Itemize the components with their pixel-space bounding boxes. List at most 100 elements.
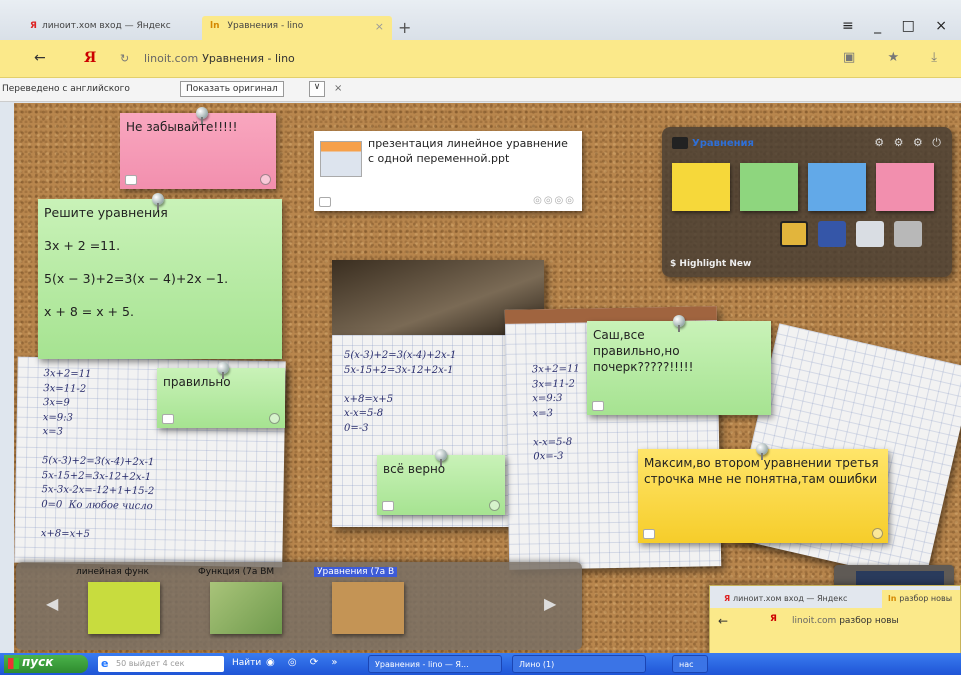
user-avatar-icon: [125, 175, 137, 185]
attach-file-icon[interactable]: [856, 221, 884, 247]
sticky-presentation-file[interactable]: презентация линейное уравнение с одной п…: [314, 131, 582, 211]
window-controls[interactable]: ≡ _ □ ×: [842, 18, 955, 34]
image-upload-icon[interactable]: [780, 221, 808, 247]
board-icon: [672, 137, 688, 149]
board-thumbnail[interactable]: [210, 582, 282, 634]
back-arrow-icon[interactable]: ←: [34, 50, 46, 66]
next-arrow-icon[interactable]: ▶: [544, 594, 556, 613]
user-avatar-icon: [643, 529, 655, 539]
taskbar-search-input[interactable]: e 50 выйдет 4 сек: [98, 656, 224, 672]
reload-icon[interactable]: ↻: [120, 52, 129, 65]
video-upload-icon[interactable]: [818, 221, 846, 247]
task-equation-2: 5(х − 3)+2=3(х − 4)+2х −1.: [44, 270, 229, 286]
blue-sticky-swatch[interactable]: [808, 163, 866, 211]
sticky-options-icon[interactable]: [872, 528, 883, 539]
pushpin-icon: [756, 443, 768, 460]
quick-launch-icons[interactable]: ◉ ◎ ⟳ »: [266, 657, 342, 668]
sticky-all-correct[interactable]: всё верно: [377, 449, 505, 515]
preview-tab-1[interactable]: Я линоит.хом вход — Яндекс: [724, 594, 847, 603]
user-avatar-icon: [592, 401, 604, 411]
windows-taskbar: пуск e 50 выйдет 4 сек Найти ◉ ◎ ⟳ » Урав…: [0, 653, 961, 675]
tab-linoit-login[interactable]: Ялиноит.хом вход — Яндекс: [22, 16, 202, 40]
translation-bar: Переведено с английского Показать оригин…: [0, 78, 961, 102]
task-equation-1: 3х + 2 =11.: [44, 237, 121, 253]
stack-icon[interactable]: [894, 221, 922, 247]
translation-dropdown-icon[interactable]: ∨: [309, 81, 325, 97]
preview-tab-bar: Я линоит.хом вход — Яндекс ln разбор нов…: [710, 586, 960, 608]
user-avatar-icon: [319, 197, 331, 207]
new-tab-button[interactable]: +: [398, 18, 411, 37]
pushpin-icon: [152, 193, 164, 210]
taskbar-item-other[interactable]: нас: [672, 655, 708, 673]
board-tab-linear-function[interactable]: линейная функ: [76, 567, 149, 577]
start-button[interactable]: пуск: [4, 655, 88, 673]
sticky-options-icon[interactable]: [269, 413, 280, 424]
sticky-sasha[interactable]: Саш,все правильно,но почерк?????!!!!!: [587, 315, 771, 415]
preview-tab-2-label: разбор новы: [899, 594, 953, 603]
translation-label: Переведено с английского: [2, 84, 130, 94]
tab-label: Уравнения - lino: [227, 21, 304, 31]
sticky-maxim[interactable]: Максим,во втором уравнении третья строчк…: [638, 443, 888, 543]
sticky-correct[interactable]: правильно: [157, 362, 285, 428]
sticky-options-icon[interactable]: [260, 174, 271, 185]
close-translation-icon[interactable]: ×: [334, 83, 342, 94]
url-field[interactable]: linoit.com Уравнения - lino: [144, 52, 295, 65]
board-tab-equations[interactable]: Уравнения (7а В: [314, 567, 398, 577]
preview-tab-2[interactable]: ln разбор новы: [882, 590, 960, 608]
lino-favicon-icon: ln: [210, 21, 220, 31]
handwritten-solution-center-right: 3х+2=11 3х=11-2 х=9:3 х=3 х-х=5-8 0х=-3: [531, 363, 580, 463]
pushpin-icon: [673, 315, 685, 332]
taskbar-item-equations[interactable]: Уравнения - lino — Я...: [368, 655, 502, 673]
user-avatar-icon: [162, 414, 174, 424]
board-thumbnail[interactable]: [332, 582, 404, 634]
preview-url-domain: linoit.com: [792, 616, 837, 626]
sticky-task[interactable]: Решите уравнения 3х + 2 =11. 5(х − 3)+2=…: [38, 193, 282, 359]
preview-url-title: разбор новы: [839, 616, 899, 626]
file-actions-icon[interactable]: ◎◎◎◎: [533, 194, 576, 208]
sticky-reminder-text: Не забывайте!!!!!: [126, 120, 238, 134]
find-button[interactable]: Найти: [232, 658, 261, 668]
yandex-favicon-icon: Я: [30, 21, 37, 31]
pushpin-icon: [196, 107, 208, 124]
search-placeholder: 50 выйдет 4 сек: [116, 659, 185, 668]
board-navigator: линейная функ Функция (7а ВМ Уравнения (…: [16, 562, 582, 650]
back-arrow-icon[interactable]: ←: [718, 614, 728, 628]
second-browser-window[interactable]: Я линоит.хом вход — Яндекс ln разбор нов…: [709, 585, 961, 655]
corkboard-canvas[interactable]: 3х+2=11 3х=11-2 3х=9 х=9:3 х=3 5(х-3)+2=…: [14, 103, 961, 653]
user-avatar-icon: [382, 501, 394, 511]
tab-label: линоит.хом вход — Яндекс: [41, 21, 171, 31]
yandex-logo-icon[interactable]: Я: [84, 50, 96, 66]
board-tab-function[interactable]: Функция (7а ВМ: [198, 567, 274, 577]
preview-address-bar: ← Я linoit.com разбор новы: [710, 608, 960, 628]
prev-arrow-icon[interactable]: ◀: [46, 594, 58, 613]
yandex-favicon-icon: Я: [724, 594, 733, 603]
address-bar: ← Я ↻ linoit.com Уравнения - lino ▣ ★ ⤓: [0, 40, 961, 78]
tab-equations[interactable]: ln Уравнения - lino ×: [202, 16, 392, 40]
green-sticky-swatch[interactable]: [740, 163, 798, 211]
sticky-correct-text: правильно: [163, 375, 231, 389]
pushpin-icon: [217, 362, 229, 379]
sticky-sasha-text: Саш,все правильно,но почерк?????!!!!!: [593, 328, 694, 375]
palette-controls[interactable]: ⚙ ⚙ ⚙ ⏻: [874, 136, 944, 150]
url-title: Уравнения - lino: [202, 52, 295, 65]
palette-title: Уравнения: [692, 138, 754, 149]
highlight-new-toggle[interactable]: $ Highlight New: [670, 259, 751, 269]
address-actions[interactable]: ▣ ★ ⤓: [843, 50, 951, 65]
yandex-logo-icon[interactable]: Я: [770, 614, 777, 624]
close-tab-icon[interactable]: ×: [375, 20, 384, 33]
handwritten-solution-left: 3х+2=11 3х=11-2 3х=9 х=9:3 х=3 5(х-3)+2=…: [40, 368, 155, 540]
presentation-file-name[interactable]: презентация линейное уравнение с одной п…: [368, 137, 576, 167]
sticky-reminder[interactable]: Не забывайте!!!!!: [120, 107, 276, 189]
taskbar-item-lino[interactable]: Лино (1): [512, 655, 646, 673]
sticky-options-icon[interactable]: [489, 500, 500, 511]
ppt-file-icon: [320, 141, 362, 177]
ie-icon: e: [101, 657, 109, 670]
pink-sticky-swatch[interactable]: [876, 163, 934, 211]
sticky-palette-panel: Уравнения ⚙ ⚙ ⚙ ⏻ $ Highlight New: [662, 127, 952, 277]
url-domain: linoit.com: [144, 52, 199, 65]
preview-tab-1-label: линоит.хом вход — Яндекс: [732, 594, 848, 603]
yellow-sticky-swatch[interactable]: [672, 163, 730, 211]
lino-favicon-icon: ln: [888, 594, 900, 603]
board-thumbnail[interactable]: [88, 582, 160, 634]
show-original-button[interactable]: Показать оригинал: [180, 81, 284, 97]
